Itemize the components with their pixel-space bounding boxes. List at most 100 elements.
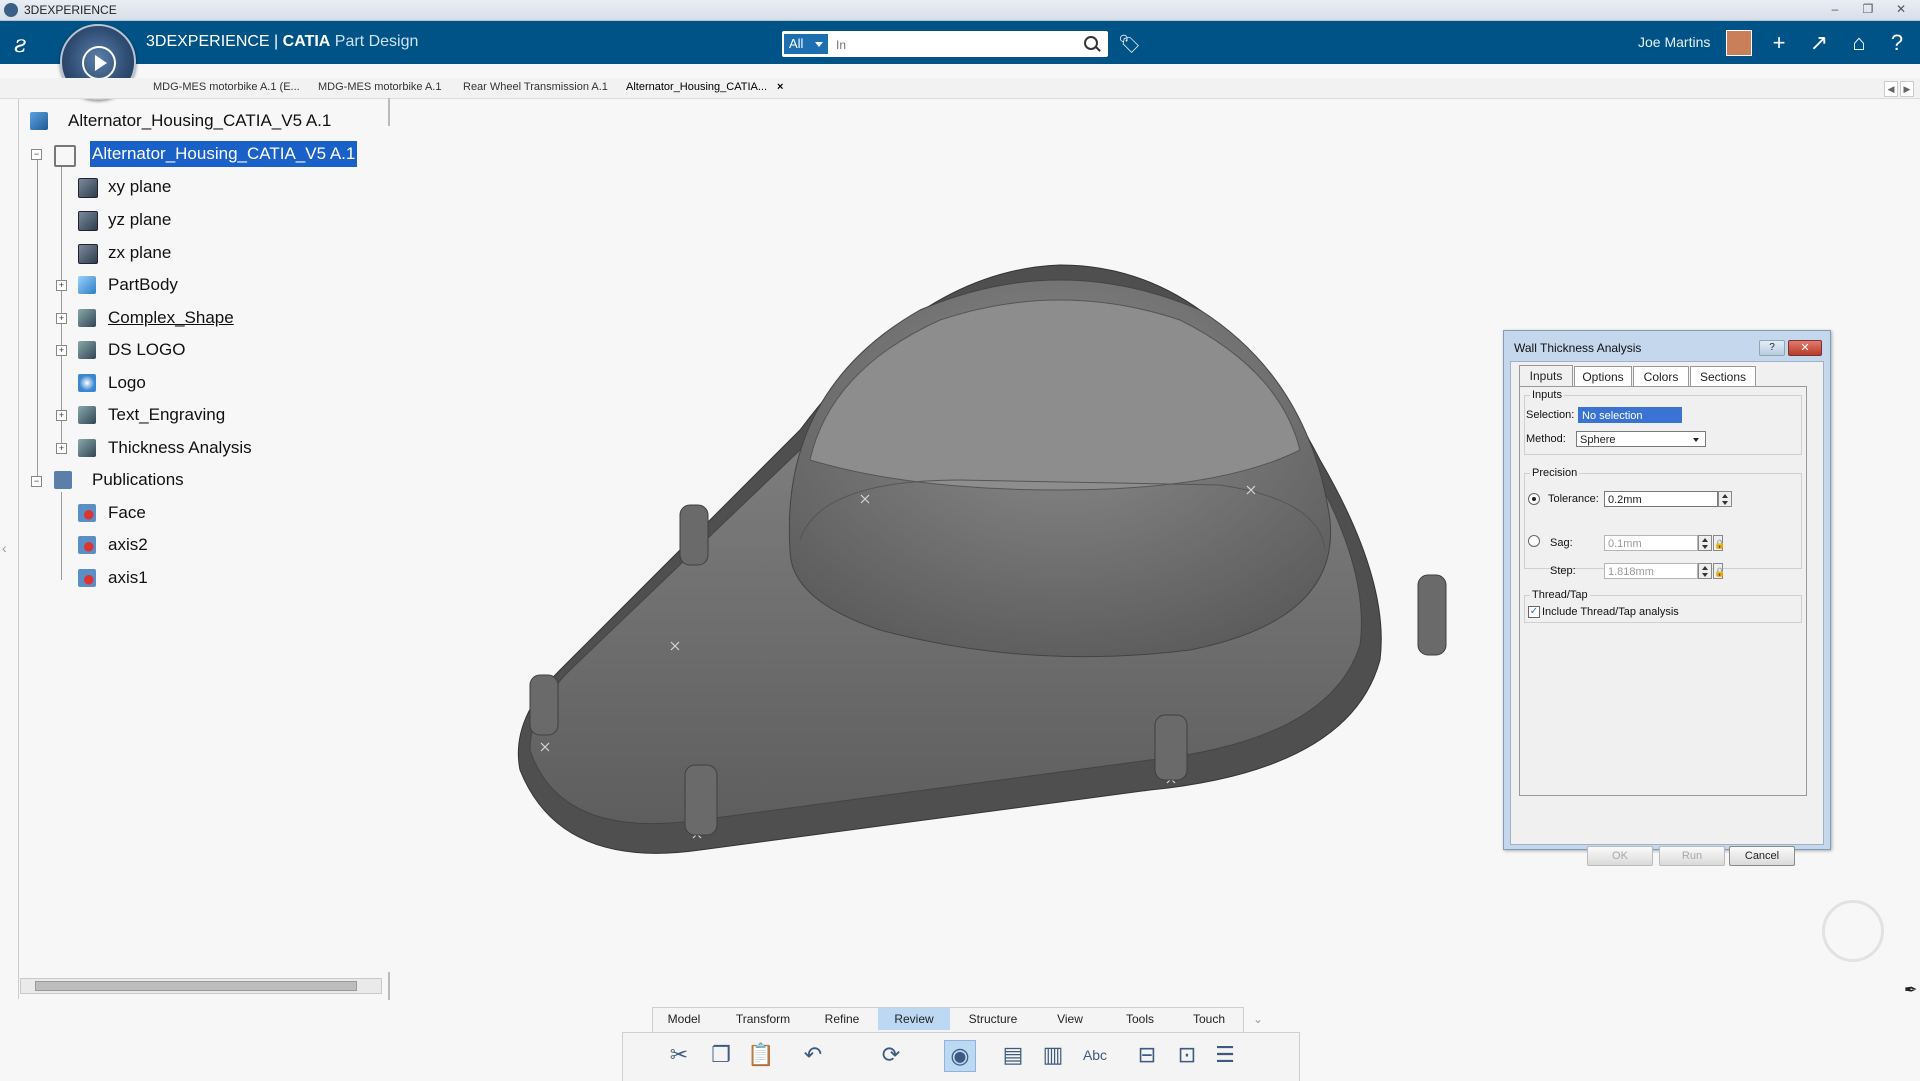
collapse-toggle-icon[interactable]: − (31, 476, 42, 487)
tree-root-label: Alternator_Housing_CATIA_V5 A.1 (68, 111, 332, 130)
sag-lock-icon[interactable]: 🔒 (1713, 535, 1725, 551)
thread-tap-checkbox[interactable]: ✓ (1528, 606, 1540, 618)
user-name[interactable]: Joe Martins (1638, 34, 1710, 50)
tab-scroll-right-icon[interactable]: ▶ (1900, 81, 1914, 97)
window-title: 3DEXPERIENCE (24, 3, 117, 17)
tab-colors[interactable]: Colors (1633, 366, 1689, 387)
tab-sections[interactable]: Sections (1690, 366, 1756, 387)
tab-scroll-left-icon[interactable]: ◀ (1884, 81, 1898, 97)
cancel-button[interactable]: Cancel (1729, 846, 1795, 866)
tab-alternator[interactable]: Alternator_Housing_CATIA... × (626, 81, 783, 97)
minimize-button[interactable]: – (1822, 2, 1848, 17)
capture-icon[interactable]: ⊡ (1172, 1040, 1202, 1070)
tab-review[interactable]: Review (878, 1008, 950, 1030)
update-icon[interactable]: ⟳ (876, 1040, 906, 1070)
tolerance-spinner[interactable] (1718, 491, 1732, 507)
avatar[interactable] (1726, 30, 1752, 56)
tab-inputs[interactable]: Inputs (1519, 365, 1573, 388)
tolerance-radio[interactable] (1528, 493, 1540, 505)
undo-icon[interactable]: ↶ (798, 1040, 828, 1070)
robot-compass-icon[interactable] (1822, 900, 1884, 962)
analysis-icon[interactable]: ⊟ (1132, 1040, 1162, 1070)
action-bar-chevron-icon[interactable]: ⌄ (1246, 1008, 1270, 1030)
inputs-group-label: Inputs (1530, 389, 1564, 401)
selection-label: Selection: (1526, 409, 1575, 421)
collapse-toggle-icon[interactable]: − (31, 149, 42, 160)
collapse-panel-icon[interactable]: ‹ (2, 540, 7, 556)
tab-alternator-label: Alternator_Housing_CATIA... (626, 81, 768, 93)
step-spinner[interactable] (1698, 563, 1712, 579)
pen-icon[interactable]: ✒ (1904, 980, 1917, 1000)
tab-motorbike-e[interactable]: MDG-MES motorbike A.1 (E... (153, 81, 300, 97)
part-model[interactable] (500, 250, 1460, 870)
tag-icon[interactable]: 🏷 (1118, 35, 1141, 53)
run-button[interactable]: Run (1659, 846, 1725, 866)
sag-radio[interactable] (1528, 535, 1540, 547)
wall-thickness-icon[interactable]: ◉ (944, 1040, 976, 1072)
wall-thickness-dialog: Wall Thickness Analysis ? ✕ Inputs Optio… (1503, 330, 1831, 866)
step-lock-icon[interactable]: 🔒 (1713, 563, 1725, 579)
tab-rear-wheel[interactable]: Rear Wheel Transmission A.1 (463, 81, 608, 97)
expand-toggle-icon[interactable]: + (56, 345, 67, 356)
tab-touch[interactable]: Touch (1184, 1008, 1234, 1030)
expand-toggle-icon[interactable]: + (56, 410, 67, 421)
tab-tools[interactable]: Tools (1116, 1008, 1164, 1030)
step-input[interactable]: 1.818mm (1604, 563, 1698, 579)
tree-horizontal-scrollbar[interactable] (20, 978, 382, 994)
tab-refine[interactable]: Refine (816, 1008, 868, 1030)
copy-icon[interactable]: ❐ (706, 1040, 736, 1070)
share-icon[interactable]: ↗ (1806, 30, 1832, 56)
chevron-down-icon (1691, 432, 1701, 446)
home-icon[interactable]: ⌂ (1846, 30, 1872, 56)
section-icon[interactable]: ▥ (1038, 1040, 1068, 1070)
dialog-title: Wall Thickness Analysis (1514, 341, 1642, 355)
tab-options[interactable]: Options (1574, 366, 1632, 387)
ok-button[interactable]: OK (1587, 846, 1653, 866)
close-tab-icon[interactable]: × (777, 81, 783, 93)
shape-icon (78, 341, 96, 359)
expand-toggle-icon[interactable]: + (56, 313, 67, 324)
dialog-close-button[interactable]: ✕ (1788, 340, 1822, 356)
analysis-icon (78, 439, 96, 457)
search-icon[interactable] (1084, 36, 1098, 50)
precision-group (1524, 473, 1802, 569)
method-select[interactable]: Sphere (1576, 431, 1706, 447)
expand-toggle-icon[interactable]: + (56, 280, 67, 291)
precision-group-label: Precision (1530, 467, 1580, 479)
tree-item-label: zx plane (108, 243, 172, 262)
publications-icon (54, 471, 72, 489)
cut-icon[interactable]: ✂ (664, 1040, 694, 1070)
tab-structure[interactable]: Structure (962, 1008, 1024, 1030)
tree-item-label: xy plane (108, 177, 172, 196)
close-window-button[interactable]: ✕ (1888, 2, 1914, 17)
annotation-icon[interactable]: Abc (1080, 1040, 1110, 1070)
tab-motorbike[interactable]: MDG-MES motorbike A.1 (318, 81, 441, 97)
tab-model[interactable]: Model (658, 1008, 710, 1030)
tree-item-label: Face (108, 503, 146, 522)
tree-item-label: Publications (92, 470, 184, 489)
selection-field[interactable]: No selection (1578, 407, 1682, 423)
dialog-help-button[interactable]: ? (1759, 340, 1785, 356)
tree-item-label: axis2 (108, 535, 148, 554)
scrollbar-thumb[interactable] (35, 981, 357, 991)
method-value: Sphere (1580, 434, 1616, 446)
help-icon[interactable]: ? (1884, 30, 1910, 56)
report-icon[interactable]: ☰ (1210, 1040, 1240, 1070)
search-scope-dropdown[interactable]: All (784, 34, 828, 54)
measure-icon[interactable]: ▤ (998, 1040, 1028, 1070)
product-icon (30, 112, 48, 130)
tolerance-input[interactable]: 0.2mm (1604, 491, 1718, 507)
tree-line (61, 166, 62, 448)
publication-icon (78, 504, 96, 522)
add-icon[interactable]: + (1766, 30, 1792, 56)
tree-item-label: Complex_Shape (108, 308, 234, 327)
sag-input[interactable]: 0.1mm (1604, 535, 1698, 551)
paste-icon[interactable]: 📋 (746, 1040, 776, 1070)
restore-button[interactable]: ❐ (1855, 2, 1881, 17)
logo-icon (78, 374, 96, 392)
tab-transform[interactable]: Transform (728, 1008, 798, 1030)
expand-toggle-icon[interactable]: + (56, 443, 67, 454)
sag-spinner[interactable] (1698, 535, 1712, 551)
search-input[interactable] (834, 34, 1068, 56)
tab-view[interactable]: View (1046, 1008, 1094, 1030)
